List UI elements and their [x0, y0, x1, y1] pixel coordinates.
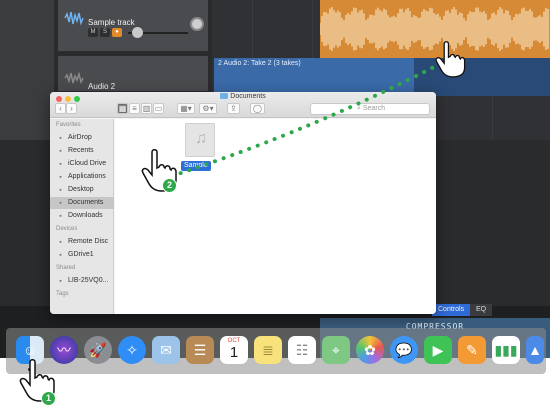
desktop-icon: ▪ — [59, 187, 62, 194]
list-view-button[interactable]: ≡ — [129, 103, 140, 114]
safari-icon[interactable]: ✧ — [118, 336, 146, 364]
back-button[interactable]: ‹ — [55, 103, 66, 114]
waveform-icon — [64, 11, 84, 26]
maps-icon[interactable]: ⌖ — [322, 336, 350, 364]
tab-eq[interactable]: EQ — [470, 304, 493, 316]
step-1-badge: 1 — [41, 391, 56, 406]
sidebar-item-label: Remote Disc — [68, 238, 109, 245]
sidebar-item-label: Documents — [68, 199, 104, 206]
reminders-icon[interactable]: ☷ — [288, 336, 316, 364]
pages-icon[interactable]: ✎ — [458, 336, 486, 364]
screenshot-stage: Sample track M S ● Audio 2 2 Audio 2: Ta… — [0, 0, 550, 412]
audio-waveform — [320, 7, 549, 51]
cloud-icon: ▪ — [59, 161, 62, 168]
sidebar-item-label: GDrive1 — [68, 251, 94, 258]
sidebar-item-downloads[interactable]: ▪ Downloads — [50, 210, 114, 222]
sidebar-section-devices: Devices — [56, 226, 78, 232]
daw-left-panel — [0, 0, 54, 140]
tab-controls[interactable]: Controls — [432, 304, 471, 316]
downloads-icon: ▪ — [59, 213, 62, 220]
keynote-icon[interactable]: ▲ — [526, 336, 544, 364]
computer-icon: ▪ — [59, 278, 62, 285]
sidebar-item-label: iCloud Drive — [68, 160, 107, 167]
share-icon[interactable]: ⇪ — [227, 103, 240, 114]
track-name: Sample track — [88, 18, 135, 27]
arrange-menu-button[interactable]: ▦▾ — [177, 103, 195, 114]
file-browser-area[interactable]: ♫ Sample — [115, 119, 436, 314]
sidebar-item-remote-disc[interactable]: ▪ Remote Disc — [50, 236, 114, 248]
sidebar-item-label: Desktop — [68, 186, 94, 193]
headphones-icon[interactable]: S — [100, 28, 110, 37]
finder-icon[interactable]: ☺ — [16, 336, 44, 364]
step-2-badge: 2 — [162, 178, 177, 193]
siri-icon[interactable]: 〰 — [50, 336, 78, 364]
sidebar-item-label: Recents — [68, 147, 94, 154]
track-name: Audio 2 — [88, 82, 116, 91]
airdrop-icon: ▪ — [59, 135, 62, 142]
music-note-icon: ♫ — [195, 130, 207, 147]
documents-icon: ▪ — [59, 200, 62, 207]
column-view-button[interactable]: ▥ — [141, 103, 152, 114]
track-header-audio2[interactable]: Audio 2 — [58, 56, 208, 92]
disc-icon: ▪ — [59, 239, 62, 246]
running-indicator — [28, 368, 31, 371]
waveform-icon — [64, 71, 84, 85]
sidebar-section-favorites: Favorites — [56, 122, 81, 128]
sidebar-item-gdrive1[interactable]: ▪ GDrive1 — [50, 249, 114, 261]
record-enable-button[interactable]: ● — [112, 28, 122, 37]
sidebar-item-label: AirDrop — [68, 134, 92, 141]
drive-icon: ▪ — [59, 252, 62, 259]
take-region-extension — [414, 58, 550, 96]
finder-window[interactable]: Documents ‹ › ▦ ≡ ▥ ▭ ▦▾ ⚙▾ ⇪ ◯ ⌕ Search … — [50, 92, 436, 314]
facetime-icon[interactable]: ▶ — [424, 336, 452, 364]
numbers-icon[interactable]: ▮▮▮ — [492, 336, 520, 364]
cover-flow-button[interactable]: ▭ — [153, 103, 164, 114]
sidebar-section-shared: Shared — [56, 265, 76, 271]
search-icon: ⌕ — [356, 105, 361, 112]
tag-icon[interactable]: ◯ — [250, 103, 265, 114]
notes-icon[interactable]: ≣ — [254, 336, 282, 364]
sidebar-item-icloud-drive[interactable]: ▪ iCloud Drive — [50, 158, 114, 170]
sidebar-item-label: Downloads — [68, 212, 103, 219]
file-name-label[interactable]: Sample — [181, 161, 211, 171]
sidebar-item-label: LIB-25VQ0... — [68, 277, 109, 284]
finder-sidebar: Favorites ▪ AirDrop ▪ Recents ▪ iCloud Drive ▪ A… — [50, 119, 114, 314]
volume-slider-knob[interactable] — [132, 27, 143, 38]
sidebar-item-label: Applications — [68, 173, 106, 180]
sidebar-item-documents[interactable]: ▪ Documents — [50, 197, 114, 209]
sidebar-item-recents[interactable]: ▪ Recents — [50, 145, 114, 157]
applications-icon: ▪ — [59, 174, 62, 181]
take-region-audio2[interactable]: 2 Audio 2: Take 2 (3 takes) — [214, 58, 414, 96]
launchpad-icon[interactable]: 🚀 — [84, 336, 112, 364]
window-title: Documents — [50, 93, 436, 100]
region-label: 2 Audio 2: Take 2 (3 takes) — [218, 60, 301, 67]
recents-icon: ▪ — [59, 148, 62, 155]
search-input[interactable]: ⌕ Search — [310, 103, 430, 115]
mail-icon[interactable]: ✉ — [152, 336, 180, 364]
sidebar-item-lib-25vq0[interactable]: ▪ LIB-25VQ0... — [50, 275, 114, 287]
finder-toolbar: Documents ‹ › ▦ ≡ ▥ ▭ ▦▾ ⚙▾ ⇪ ◯ ⌕ Search — [50, 92, 436, 118]
icon-view-button[interactable]: ▦ — [117, 103, 128, 114]
contacts-icon[interactable]: ☰ — [186, 336, 214, 364]
mute-button[interactable]: M — [88, 28, 98, 37]
audio-region-sample[interactable] — [320, 0, 550, 58]
pan-knob[interactable] — [190, 17, 204, 31]
photos-icon[interactable]: ✿ — [356, 336, 384, 364]
forward-button[interactable]: › — [66, 103, 77, 114]
messages-icon[interactable]: 💬 — [390, 336, 418, 364]
calendar-icon[interactable]: OCT 1 — [220, 336, 248, 364]
sidebar-item-desktop[interactable]: ▪ Desktop — [50, 184, 114, 196]
sidebar-item-applications[interactable]: ▪ Applications — [50, 171, 114, 183]
sidebar-section-tags: Tags — [56, 291, 69, 297]
folder-icon — [220, 93, 229, 99]
sidebar-item-airdrop[interactable]: ▪ AirDrop — [50, 132, 114, 144]
file-item-sample[interactable]: ♫ — [185, 123, 215, 157]
track-header-sample[interactable]: Sample track M S ● — [58, 0, 208, 52]
gear-icon[interactable]: ⚙▾ — [199, 103, 217, 114]
dock: ☺ 〰 🚀 ✧ ✉ ☰ OCT 1 ≣ ☷ ⌖ ✿ 💬 ▶ ✎ ▮▮▮ ▲ — [6, 328, 546, 374]
